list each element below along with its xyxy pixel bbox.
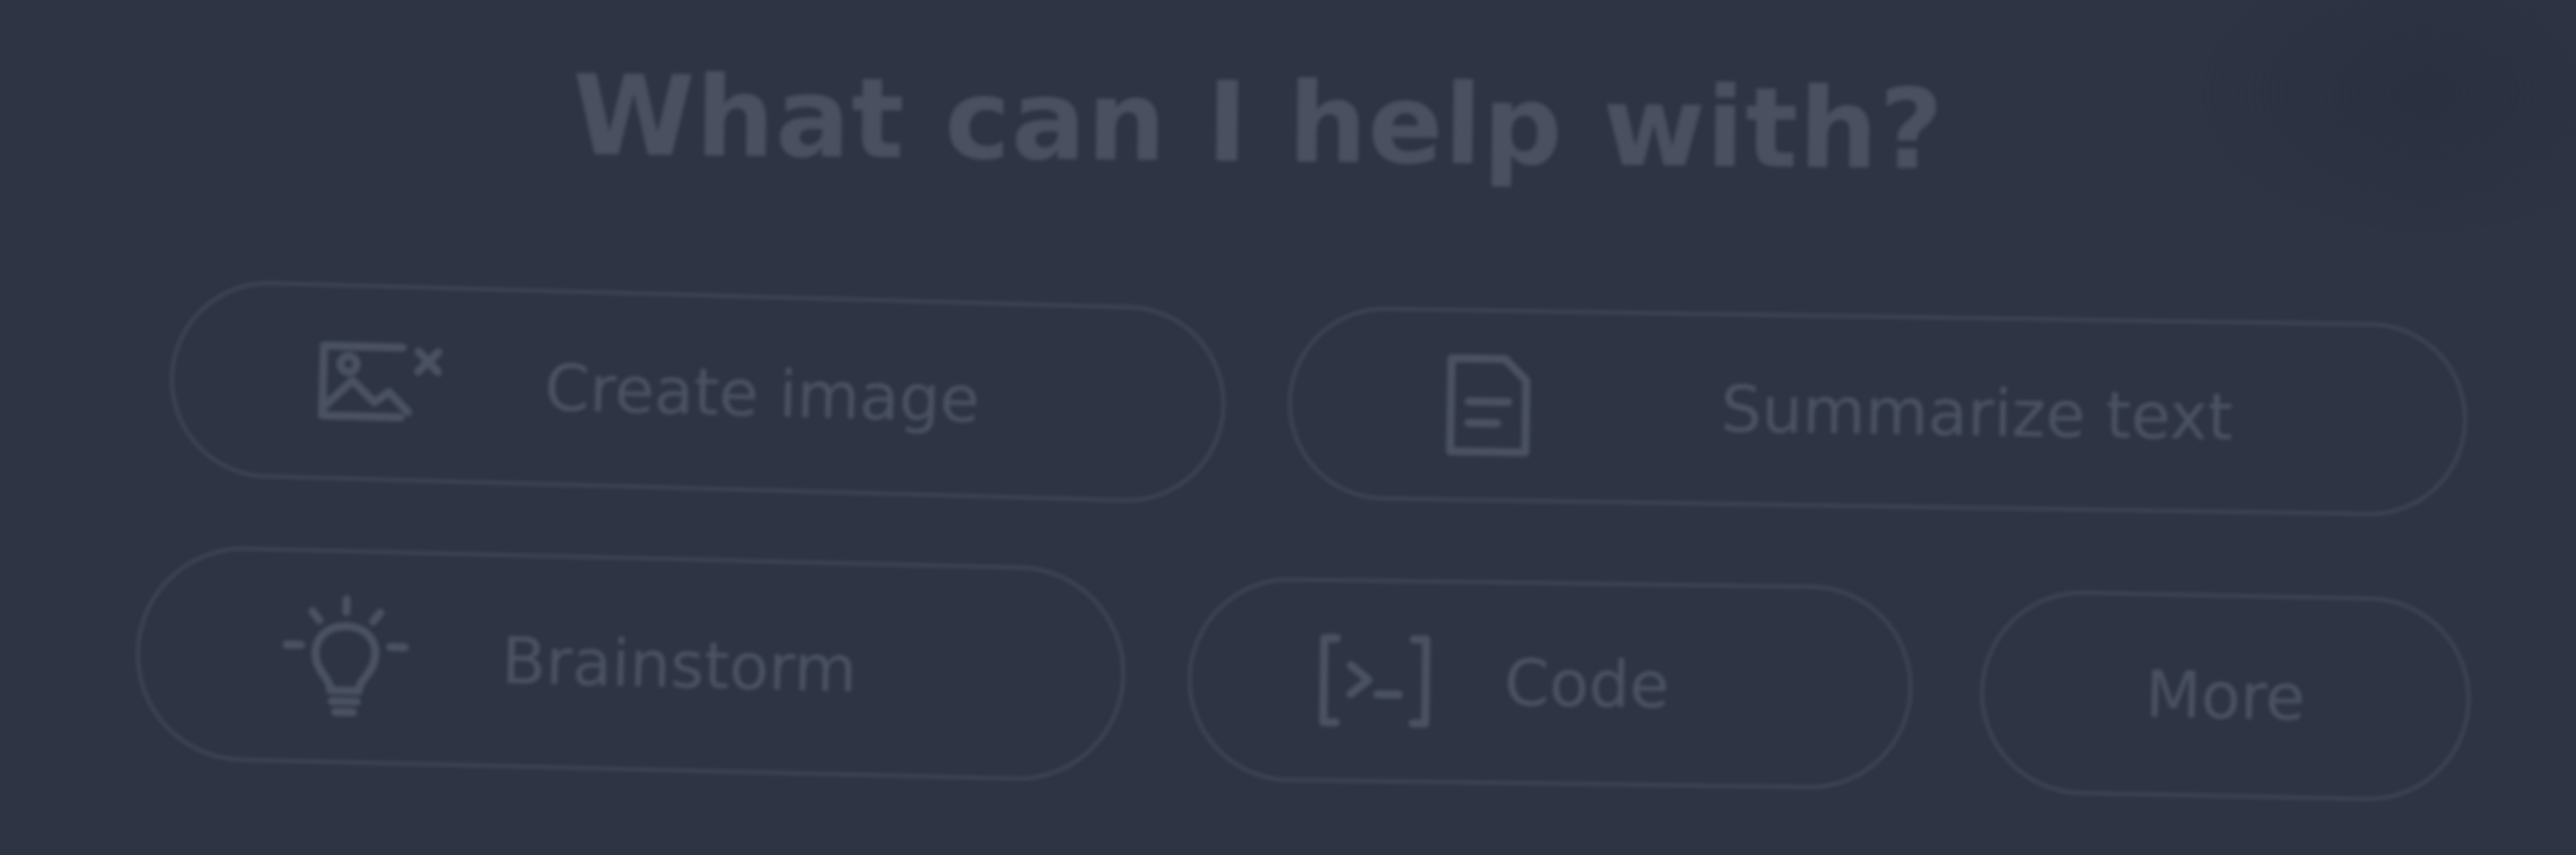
code-label: Code [1504, 645, 1670, 723]
document-icon [1425, 351, 1552, 460]
lightbulb-icon [254, 592, 436, 722]
code-button[interactable]: Code [1186, 576, 1914, 791]
brainstorm-button[interactable]: Brainstorm [133, 544, 1128, 783]
suggestions-overlay: What can I help with? Create image Summa… [0, 0, 2576, 855]
summarize-text-label: Summarize text [1720, 371, 2234, 455]
create-image-label: Create image [543, 350, 981, 437]
code-icon [1316, 631, 1434, 731]
background-shade [2200, 0, 2576, 233]
more-button[interactable]: More [1978, 588, 2473, 803]
brainstorm-label: Brainstorm [501, 622, 858, 707]
create-image-button[interactable]: Create image [167, 278, 1228, 505]
page-title: What can I help with? [572, 52, 1945, 196]
summarize-text-button[interactable]: Summarize text [1286, 305, 2469, 518]
more-label: More [2144, 656, 2307, 735]
image-icon [307, 336, 453, 429]
